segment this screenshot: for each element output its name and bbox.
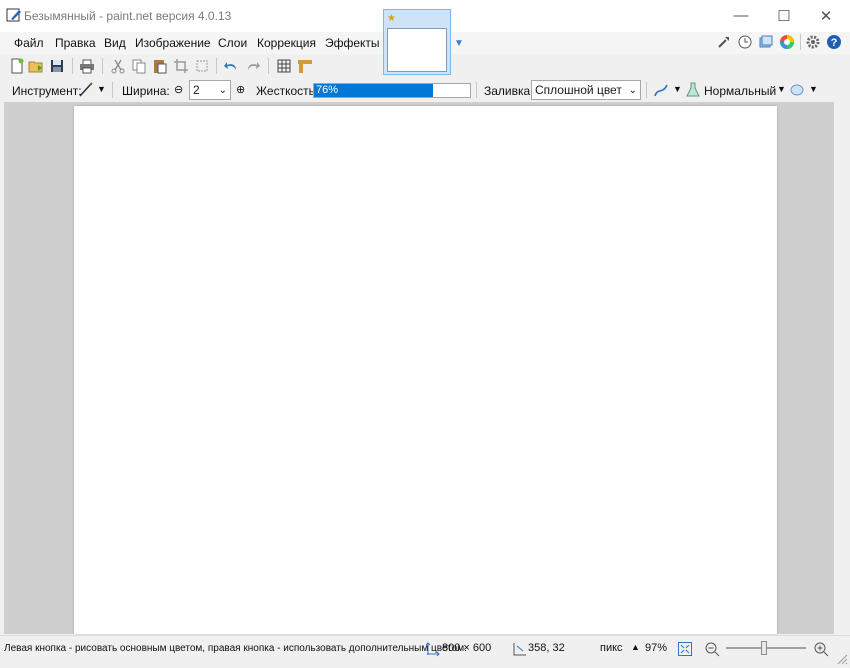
fill-combo[interactable]: Сплошной цвет ⌄ bbox=[531, 80, 641, 100]
svg-text:?: ? bbox=[831, 37, 838, 49]
width-value: 2 bbox=[193, 83, 200, 97]
resize-grip-icon[interactable] bbox=[834, 651, 848, 665]
deselect-icon[interactable] bbox=[194, 58, 210, 74]
fill-value: Сплошной цвет bbox=[535, 83, 622, 97]
crop-icon[interactable] bbox=[173, 58, 189, 74]
tools-icon[interactable] bbox=[716, 34, 732, 50]
minimize-button[interactable]: — bbox=[718, 0, 764, 31]
redo-icon[interactable] bbox=[245, 58, 261, 74]
paste-icon[interactable] bbox=[152, 58, 168, 74]
menu-effects[interactable]: Эффекты bbox=[325, 36, 380, 50]
history-icon[interactable] bbox=[737, 34, 753, 50]
image-list-dropdown-icon[interactable]: ▼ bbox=[454, 38, 464, 49]
help-icon[interactable]: ? bbox=[826, 34, 842, 50]
copy-icon[interactable] bbox=[131, 58, 147, 74]
blend-mode-value[interactable]: Нормальный bbox=[704, 84, 776, 98]
hardness-value: 76% bbox=[316, 84, 339, 96]
blend-mode-dropdown-icon[interactable]: ▼ bbox=[777, 84, 786, 94]
image-size-icon bbox=[425, 641, 441, 657]
image-size-value: 800 × 600 bbox=[442, 642, 492, 654]
blend-mode-icon[interactable] bbox=[685, 82, 701, 98]
width-increase-icon[interactable]: ⊕ bbox=[236, 83, 245, 96]
unsaved-star-icon: ★ bbox=[387, 13, 396, 24]
menu-edit[interactable]: Правка bbox=[55, 36, 96, 50]
separator bbox=[476, 82, 477, 98]
fill-label: Заливка: bbox=[484, 84, 534, 98]
menu-view[interactable]: Вид bbox=[104, 36, 126, 50]
antialiasing-dropdown-icon[interactable]: ▼ bbox=[673, 84, 682, 94]
print-icon[interactable] bbox=[79, 58, 95, 74]
settings-icon[interactable] bbox=[805, 34, 821, 50]
width-label: Ширина: bbox=[122, 84, 170, 98]
menu-image[interactable]: Изображение bbox=[135, 36, 211, 50]
ruler-icon[interactable] bbox=[297, 58, 313, 74]
close-button[interactable]: ✕ bbox=[803, 0, 849, 31]
minimize-icon: — bbox=[733, 7, 749, 24]
status-hint: Левая кнопка - рисовать основным цветом,… bbox=[4, 643, 467, 654]
cut-icon[interactable] bbox=[110, 58, 126, 74]
window-title: Безымянный - paint.net версия 4.0.13 bbox=[24, 9, 232, 23]
zoom-value: 97% bbox=[645, 642, 668, 654]
zoom-out-icon[interactable] bbox=[704, 641, 720, 657]
undo-icon[interactable] bbox=[223, 58, 239, 74]
selection-mode-dropdown-icon[interactable]: ▼ bbox=[809, 84, 818, 94]
grid-icon[interactable] bbox=[276, 58, 292, 74]
separator bbox=[268, 58, 269, 74]
drawing-canvas[interactable] bbox=[74, 106, 777, 634]
separator bbox=[102, 58, 103, 74]
paintbrush-icon[interactable] bbox=[78, 82, 94, 98]
tool-label: Инструмент: bbox=[12, 84, 82, 98]
units-value[interactable]: пикс bbox=[600, 642, 623, 654]
width-chevron-down-icon[interactable]: ⌄ bbox=[219, 85, 227, 96]
units-dropdown-icon[interactable]: ▲ bbox=[631, 642, 640, 652]
selection-mode-icon[interactable] bbox=[789, 82, 805, 98]
tool-dropdown-icon[interactable]: ▼ bbox=[97, 84, 106, 94]
cursor-position-value: 358, 32 bbox=[528, 642, 565, 654]
save-icon[interactable] bbox=[49, 58, 65, 74]
new-icon[interactable] bbox=[9, 58, 25, 74]
separator bbox=[72, 58, 73, 74]
width-decrease-icon[interactable]: ⊖ bbox=[174, 83, 183, 96]
maximize-button[interactable]: ☐ bbox=[761, 0, 807, 31]
paintnet-app-icon bbox=[6, 7, 22, 23]
hardness-label: Жесткость: bbox=[256, 84, 319, 98]
zoom-slider-thumb[interactable] bbox=[761, 641, 767, 655]
menu-layers[interactable]: Слои bbox=[218, 36, 247, 50]
maximize-icon: ☐ bbox=[777, 7, 791, 25]
menu-adjustments[interactable]: Коррекция bbox=[257, 36, 316, 50]
separator bbox=[216, 58, 217, 74]
zoom-in-icon[interactable] bbox=[813, 641, 829, 657]
vertical-scrollbar[interactable] bbox=[834, 102, 850, 634]
fill-chevron-down-icon[interactable]: ⌄ bbox=[629, 85, 637, 96]
separator bbox=[800, 34, 801, 50]
antialiasing-icon[interactable] bbox=[653, 82, 669, 98]
separator bbox=[112, 82, 113, 98]
menu-file[interactable]: Файл bbox=[14, 36, 44, 50]
open-icon[interactable] bbox=[28, 58, 44, 74]
width-combo[interactable]: 2 ⌄ bbox=[189, 80, 231, 100]
zoom-to-window-icon[interactable] bbox=[677, 641, 693, 657]
close-icon: ✕ bbox=[819, 7, 833, 25]
colors-icon[interactable] bbox=[779, 34, 795, 50]
image-thumbnail bbox=[387, 28, 447, 72]
hardness-slider[interactable]: 76% bbox=[313, 83, 471, 98]
layers-icon[interactable] bbox=[758, 34, 774, 50]
cursor-position-icon bbox=[511, 641, 527, 657]
separator bbox=[646, 82, 647, 98]
